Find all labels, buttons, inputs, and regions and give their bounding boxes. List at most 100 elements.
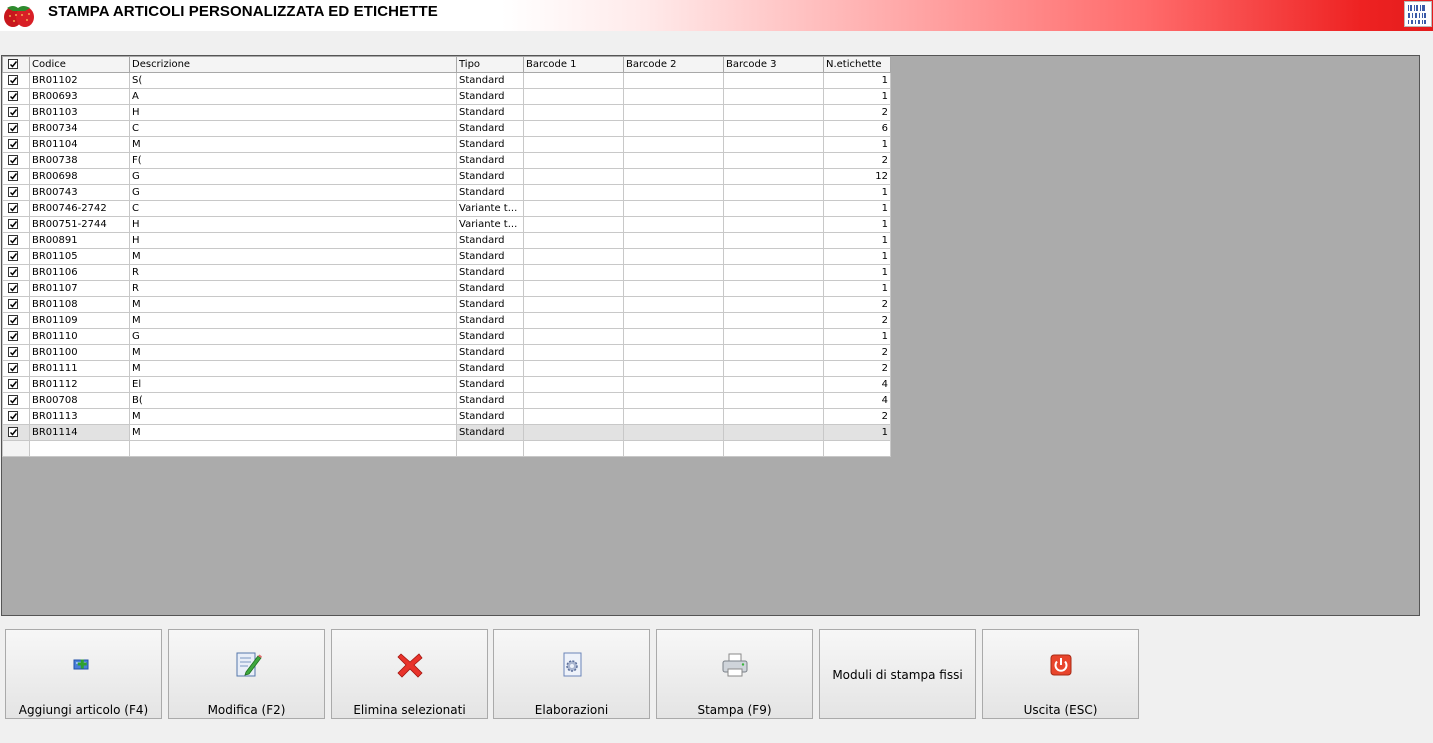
table-row[interactable]: BR00693 A Standard 1: [2, 88, 891, 105]
cell-descrizione[interactable]: M: [129, 408, 457, 425]
table-row[interactable]: BR00738 F(Standard 2: [2, 152, 891, 169]
cell-descrizione[interactable]: H: [129, 232, 457, 249]
cell-tipo[interactable]: Standard: [456, 360, 524, 377]
cell-tipo[interactable]: Variante t...: [456, 216, 524, 233]
cell-barcode1[interactable]: [523, 376, 624, 393]
cell-descrizione[interactable]: El: [129, 376, 457, 393]
cell-codice[interactable]: BR00891: [29, 232, 130, 249]
cell-barcode3[interactable]: [723, 248, 824, 265]
cell-descrizione[interactable]: C: [129, 200, 457, 217]
cell-barcode1[interactable]: [523, 424, 624, 441]
cell-n-etichette[interactable]: 1: [823, 200, 891, 217]
edit-button[interactable]: Modifica (F2): [168, 629, 325, 719]
row-checkbox[interactable]: [2, 408, 30, 425]
cell-barcode2[interactable]: [623, 120, 724, 137]
cell-barcode1[interactable]: [523, 344, 624, 361]
cell-codice[interactable]: BR01112: [29, 376, 130, 393]
cell-barcode3[interactable]: [723, 408, 824, 425]
table-row[interactable]: BR01100 M Standard 2: [2, 344, 891, 361]
cell-codice[interactable]: BR01109: [29, 312, 130, 329]
cell-codice[interactable]: BR00734: [29, 120, 130, 137]
cell-barcode2[interactable]: [623, 312, 724, 329]
cell-barcode3[interactable]: [723, 88, 824, 105]
row-checkbox[interactable]: [2, 392, 30, 409]
row-checkbox[interactable]: [2, 72, 30, 89]
cell-barcode2[interactable]: [623, 344, 724, 361]
cell-codice[interactable]: BR00738: [29, 152, 130, 169]
cell-n-etichette[interactable]: 1: [823, 280, 891, 297]
table-row[interactable]: BR01102 S(Standard 1: [2, 72, 891, 89]
table-row[interactable]: BR00751-2744 H Variante t... 1: [2, 216, 891, 233]
cell-descrizione[interactable]: M: [129, 344, 457, 361]
col-header-tipo[interactable]: Tipo: [456, 56, 524, 73]
cell-barcode2[interactable]: [623, 88, 724, 105]
cell-barcode2[interactable]: [623, 296, 724, 313]
cell-tipo[interactable]: Standard: [456, 392, 524, 409]
table-row[interactable]: BR01105 M Standard 1: [2, 248, 891, 265]
cell-n-etichette[interactable]: 2: [823, 152, 891, 169]
cell-barcode1[interactable]: [523, 408, 624, 425]
cell-barcode3[interactable]: [723, 168, 824, 185]
cell-tipo[interactable]: Standard: [456, 408, 524, 425]
cell-barcode1[interactable]: [523, 120, 624, 137]
cell-barcode1[interactable]: [523, 104, 624, 121]
cell-n-etichette[interactable]: 2: [823, 344, 891, 361]
cell-barcode2[interactable]: [623, 248, 724, 265]
row-checkbox[interactable]: [2, 216, 30, 233]
cell-codice[interactable]: BR01105: [29, 248, 130, 265]
col-header-barcode2[interactable]: Barcode 2: [623, 56, 724, 73]
cell-descrizione[interactable]: M: [129, 136, 457, 153]
cell-barcode1[interactable]: [523, 232, 624, 249]
empty-cell[interactable]: [29, 440, 130, 457]
cell-tipo[interactable]: Standard: [456, 376, 524, 393]
cell-codice[interactable]: BR01106: [29, 264, 130, 281]
cell-barcode3[interactable]: [723, 312, 824, 329]
table-row[interactable]: BR01114 M Standard 1: [2, 424, 891, 441]
cell-tipo[interactable]: Standard: [456, 328, 524, 345]
cell-barcode2[interactable]: [623, 184, 724, 201]
cell-tipo[interactable]: Standard: [456, 296, 524, 313]
cell-barcode2[interactable]: [623, 72, 724, 89]
cell-barcode1[interactable]: [523, 264, 624, 281]
cell-barcode1[interactable]: [523, 328, 624, 345]
cell-codice[interactable]: BR00746-2742: [29, 200, 130, 217]
articles-grid[interactable]: Codice Descrizione Tipo Barcode 1 Barcod…: [2, 56, 891, 457]
row-checkbox[interactable]: [2, 200, 30, 217]
cell-barcode1[interactable]: [523, 136, 624, 153]
row-checkbox[interactable]: [2, 136, 30, 153]
cell-tipo[interactable]: Standard: [456, 136, 524, 153]
row-checkbox[interactable]: [2, 184, 30, 201]
col-header-barcode1[interactable]: Barcode 1: [523, 56, 624, 73]
col-header-barcode3[interactable]: Barcode 3: [723, 56, 824, 73]
cell-tipo[interactable]: Standard: [456, 168, 524, 185]
cell-barcode2[interactable]: [623, 104, 724, 121]
cell-tipo[interactable]: Standard: [456, 72, 524, 89]
table-row[interactable]: BR01110 G Standard 1: [2, 328, 891, 345]
cell-descrizione[interactable]: A: [129, 88, 457, 105]
row-checkbox[interactable]: [2, 120, 30, 137]
cell-barcode1[interactable]: [523, 184, 624, 201]
empty-cell[interactable]: [2, 440, 30, 457]
cell-barcode3[interactable]: [723, 360, 824, 377]
row-checkbox[interactable]: [2, 280, 30, 297]
cell-barcode3[interactable]: [723, 216, 824, 233]
cell-n-etichette[interactable]: 1: [823, 328, 891, 345]
cell-descrizione[interactable]: R: [129, 280, 457, 297]
row-checkbox[interactable]: [2, 424, 30, 441]
row-checkbox[interactable]: [2, 312, 30, 329]
cell-n-etichette[interactable]: 1: [823, 88, 891, 105]
table-row[interactable]: BR00734 C Standard 6: [2, 120, 891, 137]
cell-codice[interactable]: BR01113: [29, 408, 130, 425]
cell-barcode2[interactable]: [623, 376, 724, 393]
cell-barcode1[interactable]: [523, 360, 624, 377]
cell-tipo[interactable]: Variante t...: [456, 200, 524, 217]
cell-n-etichette[interactable]: 2: [823, 296, 891, 313]
cell-barcode1[interactable]: [523, 296, 624, 313]
cell-barcode2[interactable]: [623, 136, 724, 153]
cell-descrizione[interactable]: R: [129, 264, 457, 281]
row-checkbox[interactable]: [2, 360, 30, 377]
cell-n-etichette[interactable]: 1: [823, 232, 891, 249]
cell-barcode2[interactable]: [623, 216, 724, 233]
cell-codice[interactable]: BR01103: [29, 104, 130, 121]
empty-cell[interactable]: [523, 440, 624, 457]
